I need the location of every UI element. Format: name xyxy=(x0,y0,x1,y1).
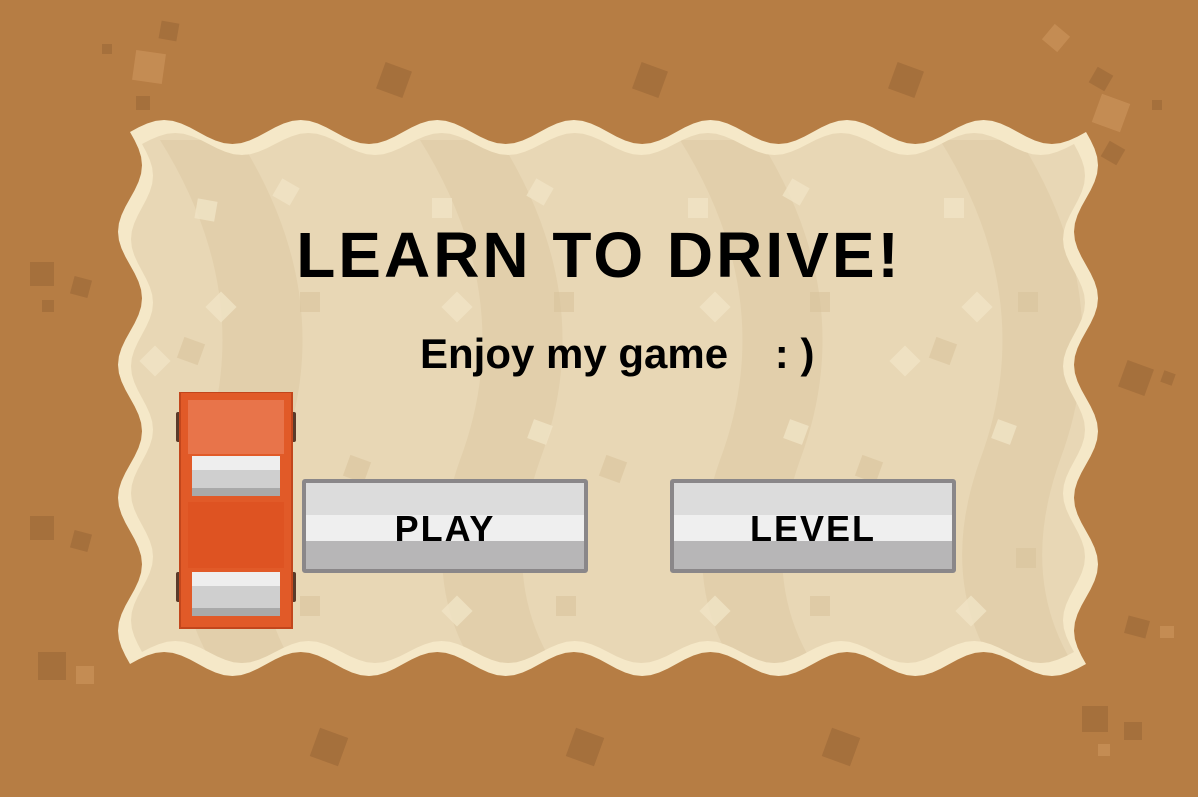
play-button-label: PLAY xyxy=(394,508,496,549)
game-stage: LEARN TO DRIVE! Enjoy my game : ) PLAY L… xyxy=(0,0,1198,797)
level-button[interactable]: LEVEL xyxy=(670,479,956,573)
car-top-view-icon xyxy=(176,392,296,629)
play-button[interactable]: PLAY xyxy=(302,479,588,573)
game-subtitle: Enjoy my game : ) xyxy=(420,330,815,377)
game-title: LEARN TO DRIVE! xyxy=(296,219,902,291)
level-button-label: LEVEL xyxy=(749,508,876,549)
